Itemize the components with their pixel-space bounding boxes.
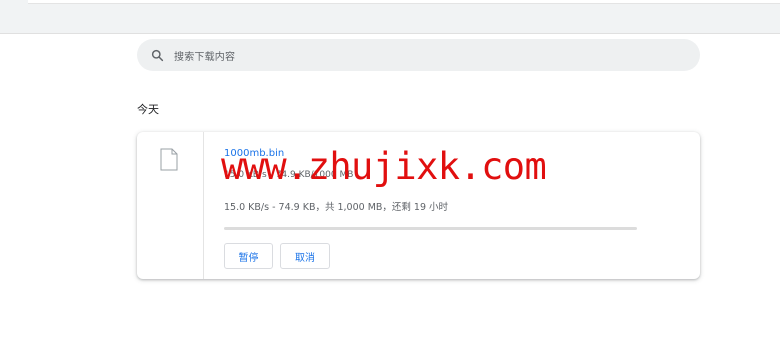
search-bar[interactable]: 搜索下载内容 <box>137 39 700 71</box>
file-icon-column <box>137 132 204 279</box>
search-icon[interactable] <box>149 47 165 63</box>
toolbar-divider <box>28 0 780 4</box>
watermark: www.zhujixk.com <box>221 145 547 188</box>
browser-toolbar <box>0 0 780 34</box>
download-progress-text: 15.0 KB/s - 74.9 KB，共 1,000 MB，还剩 19 小时 <box>224 202 449 213</box>
file-icon <box>160 148 178 175</box>
search-input[interactable]: 搜索下载内容 <box>174 48 235 63</box>
cancel-button[interactable]: 取消 <box>280 243 330 269</box>
download-progress-bar <box>224 227 637 230</box>
date-section-title: 今天 <box>137 103 159 116</box>
pause-button[interactable]: 暂停 <box>224 243 273 269</box>
